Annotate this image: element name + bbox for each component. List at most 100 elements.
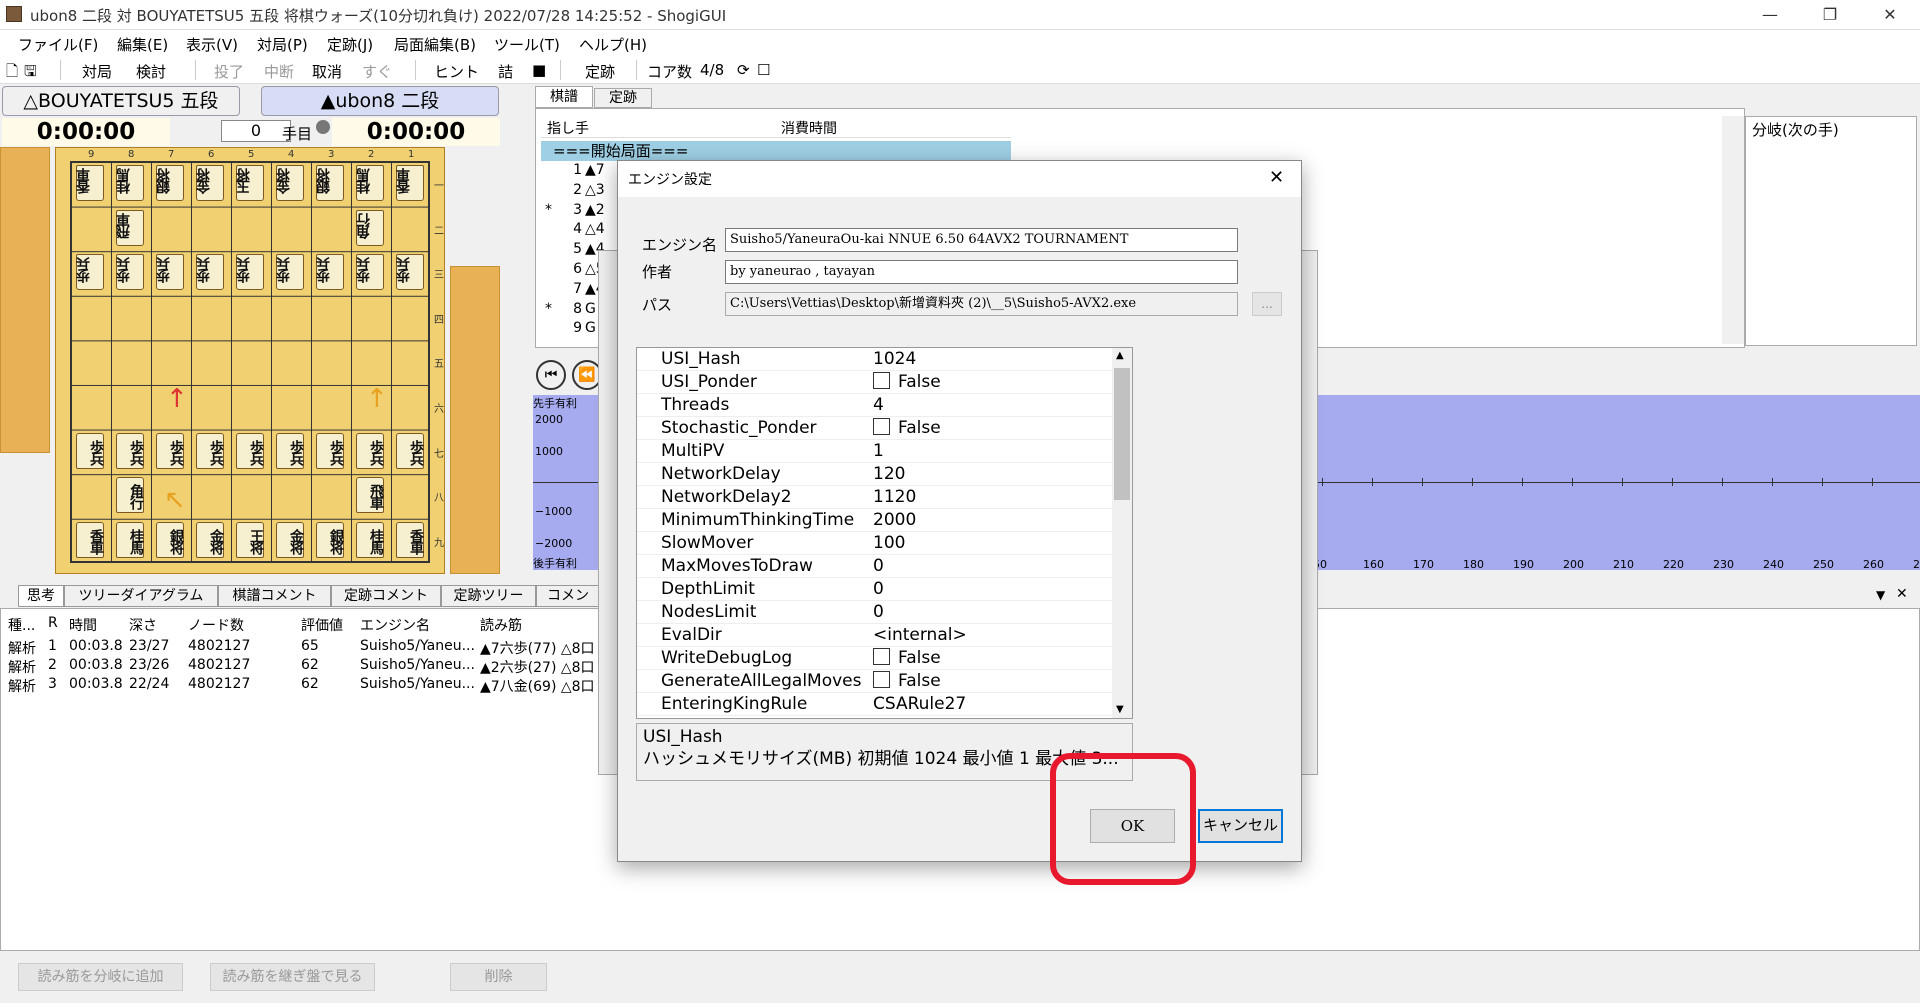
kifu-move[interactable]: G — [585, 301, 596, 317]
tab-kifu-comment[interactable]: 棋譜コメント — [218, 585, 331, 607]
kifu-scrollbar[interactable] — [1722, 116, 1744, 344]
kifu-move-number[interactable]: 9 — [568, 320, 582, 336]
option-row[interactable]: GenerateAllLegalMoves False — [637, 670, 1112, 693]
option-row[interactable]: EvalDir <internal> — [637, 624, 1112, 647]
option-value[interactable]: 100 — [873, 532, 905, 555]
option-value[interactable]: 0 — [873, 601, 884, 624]
options-scrollbar[interactable]: ▲ ▼ — [1112, 348, 1132, 718]
menu-help[interactable]: ヘルプ(H) — [579, 34, 647, 55]
kifu-move-number[interactable]: 6 — [568, 261, 582, 277]
option-value[interactable]: 4 — [873, 394, 884, 417]
sente-piece[interactable]: 歩兵 — [76, 432, 104, 469]
gote-piece[interactable]: 歩兵 — [156, 254, 184, 291]
minimize-button[interactable]: — — [1740, 0, 1800, 30]
gote-piece[interactable]: 歩兵 — [356, 254, 384, 291]
analysis-cell[interactable]: 23/26 — [129, 657, 169, 673]
gote-piece[interactable]: 歩兵 — [316, 254, 344, 291]
analysis-cell[interactable]: Suisho5/Yaneu... — [360, 676, 475, 692]
tab-joseki-comment[interactable]: 定跡コメント — [331, 585, 441, 607]
analysis-cell[interactable]: Suisho5/Yaneu... — [360, 657, 475, 673]
scroll-thumb[interactable] — [1114, 368, 1130, 500]
joseki-button[interactable]: 定跡 — [585, 61, 615, 82]
option-value[interactable]: False — [873, 371, 941, 394]
analysis-cell[interactable]: 3 — [48, 676, 57, 692]
option-row[interactable]: NetworkDelay 120 — [637, 463, 1112, 486]
move-now-button[interactable]: すぐ — [362, 61, 392, 82]
menu-game[interactable]: 対局(P) — [257, 34, 308, 55]
view-pv-on-board-button[interactable]: 読み筋を継ぎ盤で見る — [210, 963, 375, 991]
gote-piece[interactable]: 香車 — [76, 165, 104, 201]
analysis-cell[interactable]: 62 — [301, 676, 319, 692]
sente-piece[interactable]: 王将 — [236, 521, 264, 558]
sente-piece[interactable]: 香車 — [76, 521, 104, 558]
game-button[interactable]: 対局 — [82, 61, 112, 82]
analysis-cell[interactable]: 23/27 — [129, 638, 169, 654]
sente-piece[interactable]: 歩兵 — [236, 432, 264, 469]
option-row[interactable]: MinimumThinkingTime 2000 — [637, 509, 1112, 532]
option-value[interactable]: 1 — [873, 440, 884, 463]
hint-button[interactable]: ヒント — [434, 61, 479, 82]
option-checkbox[interactable] — [873, 648, 890, 665]
analysis-cell[interactable]: 4802127 — [188, 638, 250, 654]
sente-piece[interactable]: 歩兵 — [196, 432, 224, 469]
tab-joseki-tree[interactable]: 定跡ツリー — [441, 585, 536, 607]
analysis-cell[interactable]: 1 — [48, 638, 57, 654]
analysis-cell[interactable]: 解析 — [8, 657, 36, 677]
sente-piece[interactable]: 歩兵 — [356, 432, 384, 469]
kifu-move-number[interactable]: 5 — [568, 241, 582, 257]
option-row[interactable]: DepthLimit 0 — [637, 578, 1112, 601]
analysis-cell[interactable]: ▲2六歩(27) △8口 — [480, 657, 595, 677]
restore-button[interactable]: ❐ — [1800, 0, 1860, 30]
refresh-icon[interactable]: ⟳ — [737, 61, 750, 79]
undo-button[interactable]: 取消 — [312, 61, 342, 82]
gote-piece[interactable]: 香車 — [396, 165, 424, 201]
first-move-icon[interactable]: ⏮ — [536, 360, 566, 390]
analysis-cell[interactable]: 4802127 — [188, 676, 250, 692]
checkbox-icon[interactable]: ☐ — [757, 61, 770, 79]
panel-close-icon[interactable]: ✕ — [1896, 586, 1908, 602]
engine-name-field[interactable]: Suisho5/YaneuraOu-kai NNUE 6.50 64AVX2 T… — [725, 228, 1238, 252]
tab-thinking[interactable]: 思考 — [18, 585, 64, 607]
menu-tools[interactable]: ツール(T) — [494, 34, 560, 55]
close-button[interactable]: ✕ — [1860, 0, 1920, 30]
option-row[interactable]: WriteDebugLog False — [637, 647, 1112, 670]
option-value[interactable]: 0 — [873, 578, 884, 601]
option-value[interactable]: False — [873, 670, 941, 693]
sente-piece[interactable]: 飛車 — [356, 477, 384, 514]
kifu-move-number[interactable]: 7 — [568, 281, 582, 297]
kifu-move-number[interactable]: 3 — [568, 202, 582, 218]
option-value[interactable]: False — [873, 417, 941, 440]
gote-piece[interactable]: 玉将 — [236, 165, 264, 201]
scroll-up-icon[interactable]: ▲ — [1116, 350, 1124, 361]
kifu-move-number[interactable]: 1 — [568, 162, 582, 178]
menu-edit[interactable]: 編集(E) — [117, 34, 168, 55]
option-value[interactable]: 1120 — [873, 486, 916, 509]
option-row[interactable]: NetworkDelay2 1120 — [637, 486, 1112, 509]
option-row[interactable]: MultiPV 1 — [637, 440, 1112, 463]
cancel-button[interactable]: キャンセル — [1198, 809, 1283, 843]
option-value[interactable]: False — [873, 647, 941, 670]
move-number-field[interactable]: 0 — [221, 120, 291, 142]
new-file-icon[interactable]: 🗋 — [6, 61, 18, 86]
gote-piece[interactable]: 歩兵 — [196, 254, 224, 291]
interrupt-button[interactable]: 中断 — [264, 61, 294, 82]
gote-piece[interactable]: 歩兵 — [76, 254, 104, 291]
sente-piece[interactable]: 歩兵 — [116, 432, 144, 469]
gote-piece[interactable]: 桂馬 — [356, 165, 384, 201]
kifu-move[interactable]: G — [585, 320, 596, 336]
sente-piece[interactable]: 銀将 — [316, 521, 344, 558]
menu-view[interactable]: 表示(V) — [186, 34, 238, 55]
analysis-cell[interactable]: Suisho5/Yaneu... — [360, 638, 475, 654]
kifu-move-number[interactable]: 8 — [568, 301, 582, 317]
analysis-cell[interactable]: 22/24 — [129, 676, 169, 692]
analysis-cell[interactable]: 4802127 — [188, 657, 250, 673]
browse-button[interactable]: ... — [1252, 292, 1282, 316]
option-row[interactable]: MaxMovesToDraw 0 — [637, 555, 1112, 578]
gote-piece[interactable]: 歩兵 — [276, 254, 304, 291]
analysis-cell[interactable]: 2 — [48, 657, 57, 673]
sente-piece[interactable]: 歩兵 — [276, 432, 304, 469]
options-grid[interactable]: USI_Hash 1024 USI_Ponder False Threads 4 Stoch… — [636, 347, 1133, 719]
sente-piece[interactable]: 金将 — [196, 521, 224, 558]
option-row[interactable]: Stochastic_Ponder False — [637, 417, 1112, 440]
kifu-move[interactable]: ▲2 — [585, 202, 605, 218]
